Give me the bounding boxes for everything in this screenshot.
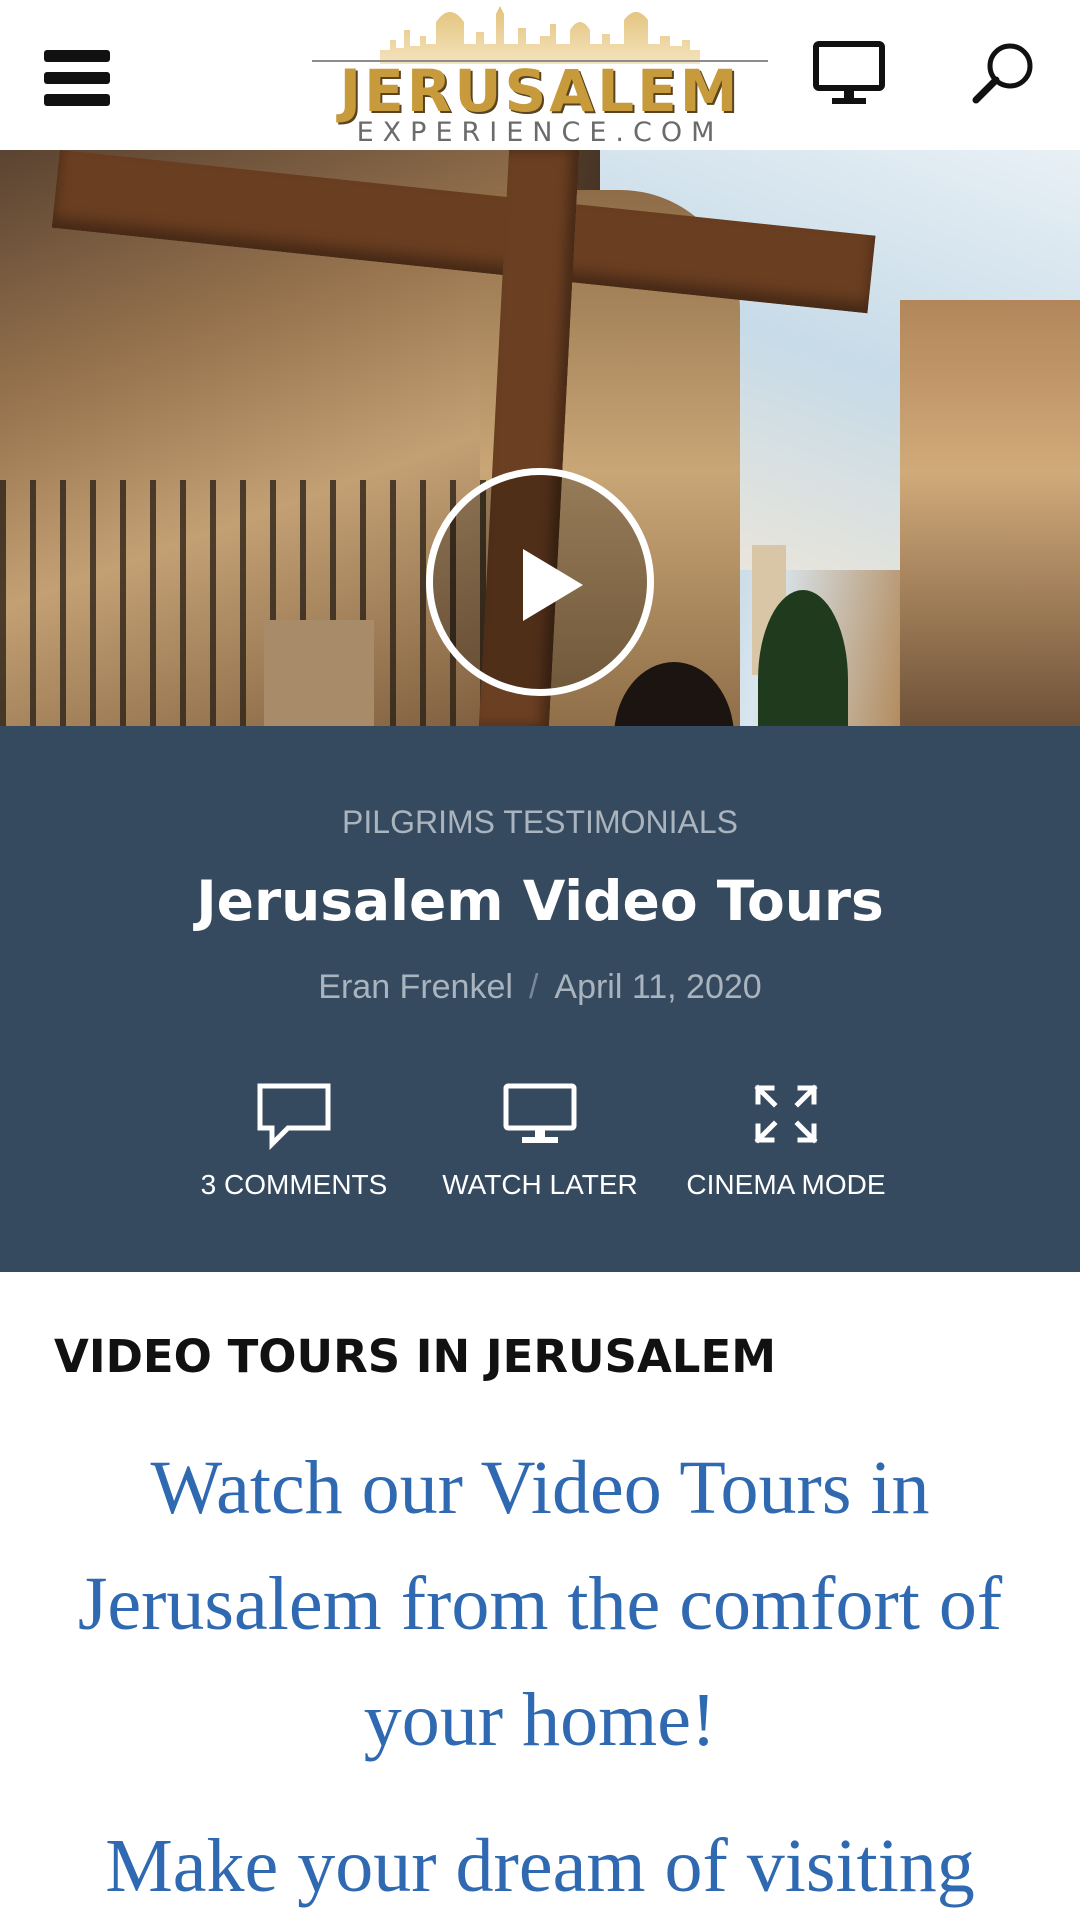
monitor-icon[interactable] xyxy=(812,40,892,110)
site-header: JERUSALEM EXPERIENCE.COM xyxy=(0,0,1080,150)
menu-icon[interactable] xyxy=(44,50,112,106)
article-lead: Watch our Video Tours in Jerusalem from … xyxy=(77,1446,1003,1762)
article-lead-continued: Make your dream of visiting xyxy=(105,1824,975,1908)
post-author[interactable]: Eran Frenkel xyxy=(318,968,513,1006)
comments-label: 3 COMMENTS xyxy=(200,1169,388,1200)
watch-later-label: WATCH LATER xyxy=(442,1169,638,1200)
post-info-panel: PILGRIMS TESTIMONIALS Jerusalem Video To… xyxy=(0,726,1080,1272)
cinema-mode-label: CINEMA MODE xyxy=(686,1169,886,1200)
post-category[interactable]: PILGRIMS TESTIMONIALS xyxy=(0,802,1080,842)
cinema-mode-button[interactable]: CINEMA MODE xyxy=(676,1080,896,1210)
site-logo[interactable]: JERUSALEM EXPERIENCE.COM xyxy=(312,0,768,150)
post-meta: Eran Frenkel / April 11, 2020 xyxy=(0,966,1080,1008)
play-icon[interactable] xyxy=(426,468,654,696)
skyline-logo-graphic xyxy=(380,6,700,64)
logo-subtitle: EXPERIENCE.COM xyxy=(356,117,724,148)
expand-icon xyxy=(754,1084,818,1144)
search-icon[interactable] xyxy=(968,38,1038,108)
watch-later-button[interactable]: WATCH LATER xyxy=(430,1080,650,1210)
comment-icon xyxy=(257,1083,331,1150)
video-player[interactable] xyxy=(0,150,1080,726)
post-date[interactable]: April 11, 2020 xyxy=(554,968,761,1006)
post-actions: 3 COMMENTS WATCH LATER CINEMA MODE xyxy=(0,1080,1080,1210)
article-heading: VIDEO TOURS IN JERUSALEM xyxy=(54,1330,776,1383)
post-title: Jerusalem Video Tours xyxy=(196,869,884,933)
logo-title: JERUSALEM xyxy=(339,57,741,125)
meta-separator: / xyxy=(528,968,539,1006)
comments-button[interactable]: 3 COMMENTS xyxy=(184,1080,404,1210)
monitor-icon xyxy=(503,1083,577,1143)
